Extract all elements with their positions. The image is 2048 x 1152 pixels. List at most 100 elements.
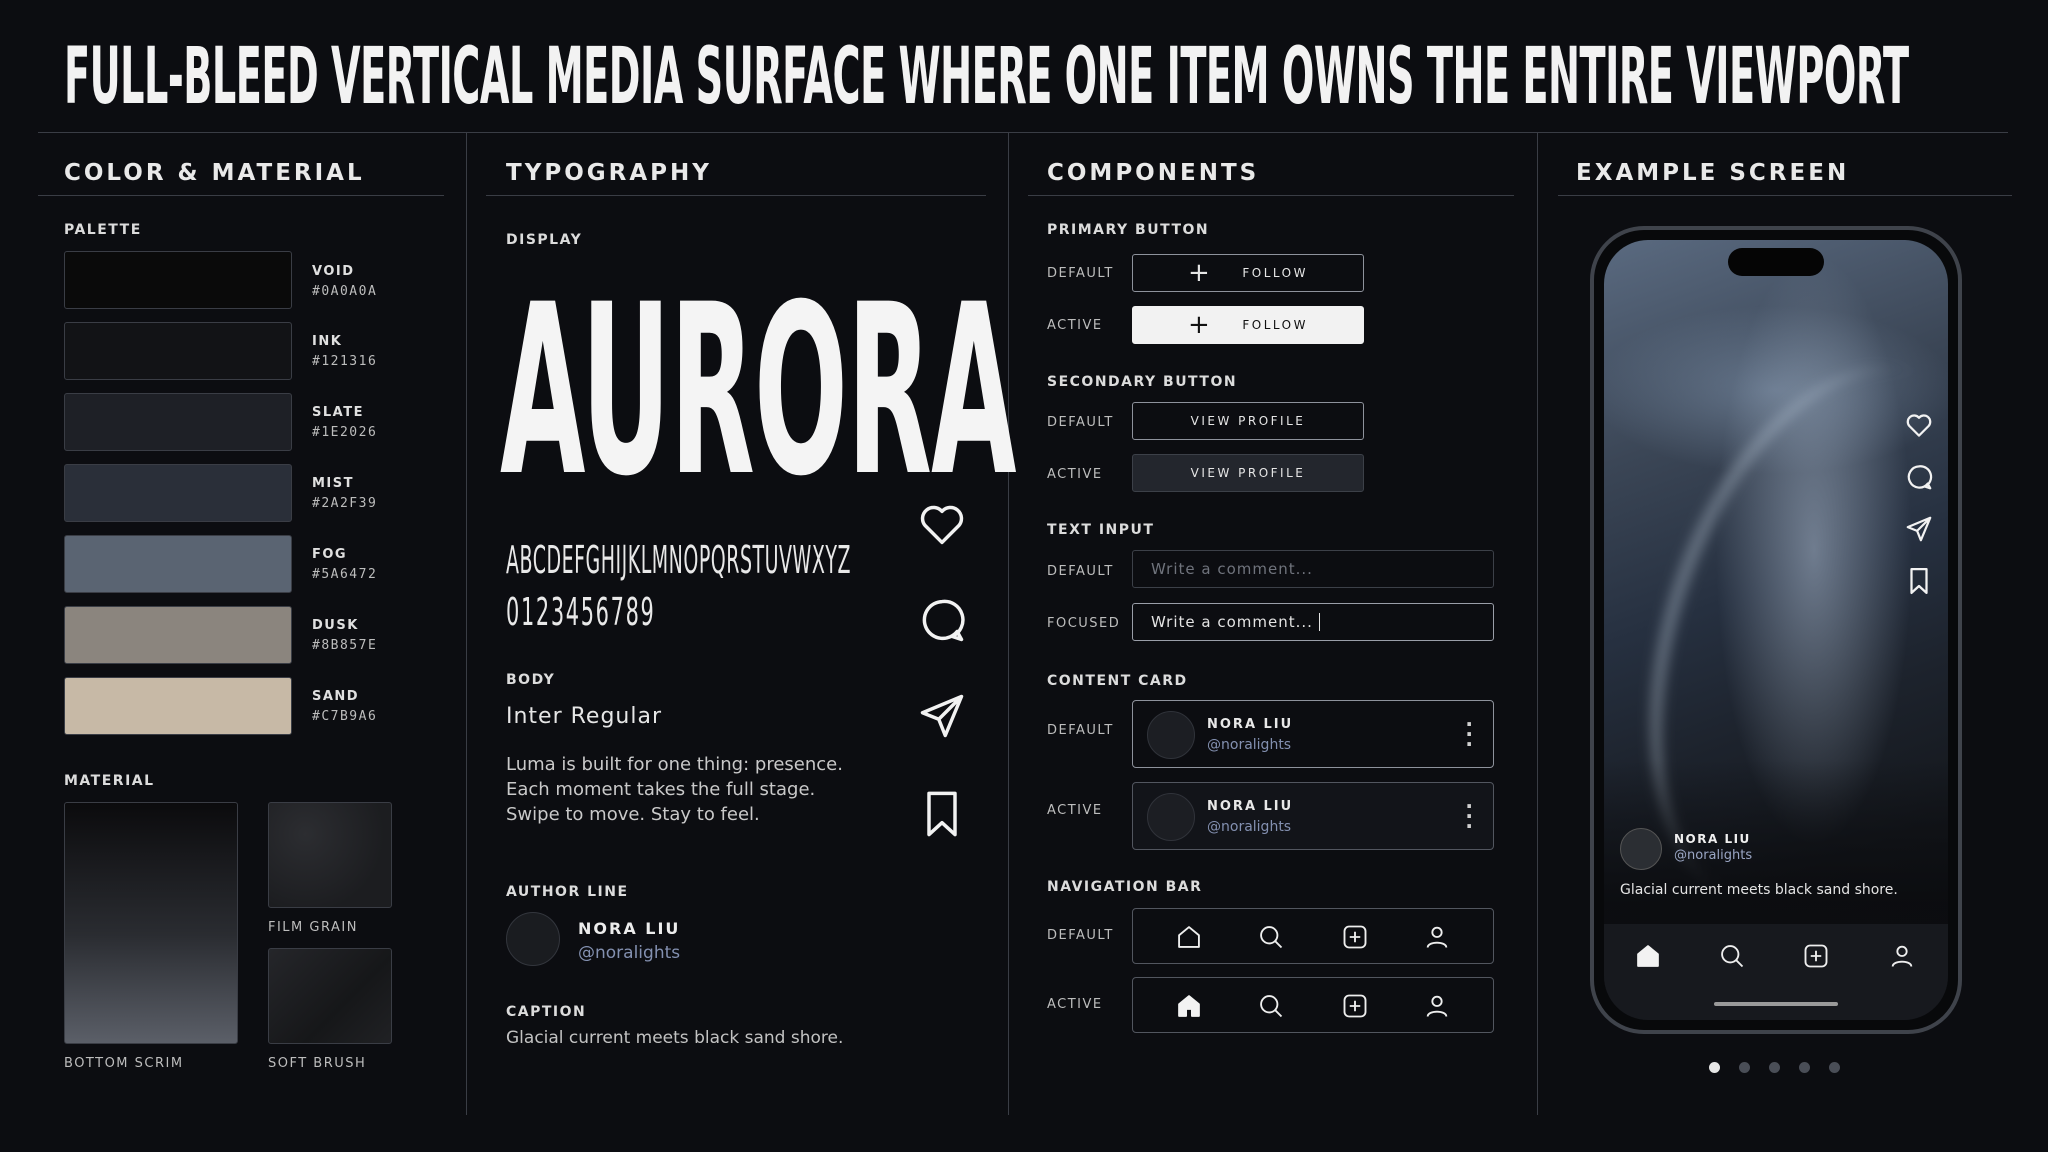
- secondary-button-label: SECONDARY BUTTON: [1047, 374, 1238, 390]
- follow-button-label: FOLLOW: [1242, 318, 1308, 332]
- comment-input[interactable]: Write a comment...: [1132, 550, 1494, 588]
- state-label: ACTIVE: [1047, 997, 1103, 1012]
- comment-input-value: Write a comment...: [1151, 613, 1313, 631]
- swatch-name: MIST: [312, 476, 355, 491]
- create-icon[interactable]: [1341, 992, 1369, 1020]
- more-icon[interactable]: · · ·: [1465, 714, 1473, 754]
- section-heading-example: EXAMPLE SCREEN: [1576, 160, 1850, 186]
- bottom-scrim-label: BOTTOM SCRIM: [64, 1056, 184, 1071]
- swatch-name: SLATE: [312, 405, 364, 420]
- swatch-fog: [64, 535, 292, 593]
- comment-icon[interactable]: [1904, 462, 1934, 492]
- navigation-bar-label: NAVIGATION BAR: [1047, 879, 1203, 895]
- state-label: ACTIVE: [1047, 467, 1103, 482]
- follow-button-label: FOLLOW: [1242, 266, 1308, 280]
- post-caption: Glacial current meets black sand shore.: [1620, 882, 1898, 898]
- swatch-void: [64, 251, 292, 309]
- digits-sample: 0123456789: [506, 590, 656, 634]
- state-label: DEFAULT: [1047, 415, 1114, 430]
- palette-label: PALETTE: [64, 222, 142, 238]
- swatch-slate: [64, 393, 292, 451]
- column-divider: [1537, 133, 1538, 1115]
- follow-button-active[interactable]: + FOLLOW: [1132, 306, 1364, 344]
- content-card[interactable]: NORA LIU @noralights · · ·: [1132, 700, 1494, 768]
- state-label: ACTIVE: [1047, 803, 1103, 818]
- home-icon[interactable]: [1175, 923, 1203, 951]
- soft-brush-sample: [268, 948, 392, 1044]
- heart-icon[interactable]: [1904, 410, 1934, 440]
- state-label: DEFAULT: [1047, 928, 1114, 943]
- film-grain-label: FILM GRAIN: [268, 920, 358, 935]
- create-icon[interactable]: [1341, 923, 1369, 951]
- send-icon: [920, 694, 964, 738]
- profile-icon[interactable]: [1423, 992, 1451, 1020]
- state-label: DEFAULT: [1047, 564, 1114, 579]
- page-dot-5[interactable]: [1829, 1062, 1840, 1073]
- post-author-name[interactable]: NORA LIU: [1674, 832, 1751, 846]
- plus-icon: +: [1188, 310, 1213, 340]
- view-profile-button-active[interactable]: VIEW PROFILE: [1132, 454, 1364, 492]
- more-icon[interactable]: · · ·: [1465, 796, 1473, 836]
- plus-icon: +: [1188, 258, 1213, 288]
- page-dot-3[interactable]: [1769, 1062, 1780, 1073]
- page-dot-1[interactable]: [1709, 1062, 1720, 1073]
- home-indicator: [1714, 1002, 1838, 1006]
- search-icon[interactable]: [1257, 923, 1285, 951]
- navigation-bar-active: [1132, 977, 1494, 1033]
- post-author-handle[interactable]: @noralights: [1674, 848, 1752, 863]
- film-grain-sample: [268, 802, 392, 908]
- view-profile-label: VIEW PROFILE: [1190, 466, 1306, 480]
- author-handle: @noralights: [578, 943, 681, 963]
- search-icon[interactable]: [1257, 992, 1285, 1020]
- bookmark-icon: [927, 791, 957, 837]
- display-sample: AURORA: [500, 255, 1017, 528]
- card-handle: @noralights: [1207, 819, 1292, 835]
- avatar: [1147, 711, 1195, 759]
- profile-icon[interactable]: [1423, 923, 1451, 951]
- section-rule: [486, 195, 986, 196]
- navigation-bar: [1132, 908, 1494, 964]
- profile-icon[interactable]: [1888, 942, 1916, 970]
- card-name: NORA LIU: [1207, 799, 1294, 814]
- page-dot-2[interactable]: [1739, 1062, 1750, 1073]
- body-line: Swipe to move. Stay to feel.: [506, 804, 760, 825]
- media-viewport[interactable]: NORA LIU @noralights Glacial current mee…: [1604, 240, 1948, 1020]
- create-icon[interactable]: [1802, 942, 1830, 970]
- avatar[interactable]: [1620, 828, 1662, 870]
- swatch-hex: #2A2F39: [312, 496, 378, 511]
- comment-input-focused[interactable]: Write a comment...: [1132, 603, 1494, 641]
- card-name: NORA LIU: [1207, 717, 1294, 732]
- swatch-hex: #C7B9A6: [312, 709, 378, 724]
- page-dot-4[interactable]: [1799, 1062, 1810, 1073]
- primary-button-label: PRIMARY BUTTON: [1047, 222, 1210, 238]
- section-heading-components: COMPONENTS: [1047, 160, 1260, 186]
- body-paragraph: Luma is built for one thing: presence. E…: [506, 752, 866, 827]
- view-profile-button[interactable]: VIEW PROFILE: [1132, 402, 1364, 440]
- state-label: FOCUSED: [1047, 616, 1121, 631]
- home-icon[interactable]: [1175, 992, 1203, 1020]
- search-icon[interactable]: [1718, 942, 1746, 970]
- send-icon[interactable]: [1904, 514, 1934, 544]
- card-handle: @noralights: [1207, 737, 1292, 753]
- bookmark-icon[interactable]: [1904, 566, 1934, 596]
- follow-button[interactable]: + FOLLOW: [1132, 254, 1364, 292]
- section-rule: [38, 195, 444, 196]
- body-label: BODY: [506, 672, 556, 688]
- section-heading-color: COLOR & MATERIAL: [64, 160, 365, 186]
- swatch-ink: [64, 322, 292, 380]
- swatch-name: DUSK: [312, 618, 359, 633]
- content-card-label: CONTENT CARD: [1047, 673, 1188, 689]
- home-icon[interactable]: [1634, 942, 1662, 970]
- comment-input-placeholder: Write a comment...: [1151, 560, 1313, 578]
- state-label: DEFAULT: [1047, 266, 1114, 281]
- section-rule: [1028, 195, 1514, 196]
- display-label: DISPLAY: [506, 232, 583, 248]
- column-divider: [466, 133, 467, 1115]
- view-profile-label: VIEW PROFILE: [1190, 414, 1306, 428]
- content-card-active[interactable]: NORA LIU @noralights · · ·: [1132, 782, 1494, 850]
- page-title: FULL-BLEED VERTICAL MEDIA SURFACE WHERE …: [64, 32, 1909, 122]
- swatch-hex: #121316: [312, 354, 378, 369]
- swatch-sand: [64, 677, 292, 735]
- swatch-name: VOID: [312, 264, 355, 279]
- swatch-hex: #8B857E: [312, 638, 378, 653]
